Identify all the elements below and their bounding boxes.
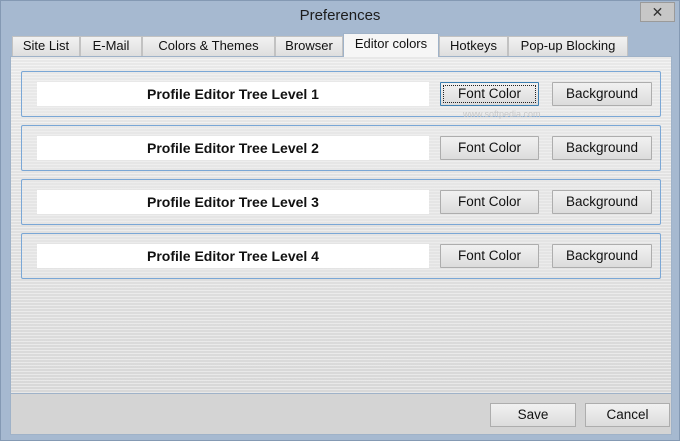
row-label: Profile Editor Tree Level 3 xyxy=(37,190,429,214)
tab-pop-up-blocking[interactable]: Pop-up Blocking xyxy=(508,36,628,56)
tab-site-list[interactable]: Site List xyxy=(12,36,80,56)
font-color-button[interactable]: Font Color xyxy=(440,136,539,160)
color-row-level-3: Profile Editor Tree Level 3 Font Color B… xyxy=(21,179,661,225)
close-button[interactable]: ✕ xyxy=(640,2,675,22)
font-color-button[interactable]: Font Color xyxy=(440,244,539,268)
tab-e-mail[interactable]: E-Mail xyxy=(80,36,142,56)
background-button[interactable]: Background xyxy=(552,190,652,214)
color-row-level-1: Profile Editor Tree Level 1 Font Color B… xyxy=(21,71,661,117)
background-button[interactable]: Background xyxy=(552,244,652,268)
row-label: Profile Editor Tree Level 4 xyxy=(37,244,429,268)
cancel-button[interactable]: Cancel xyxy=(585,403,670,427)
row-label: Profile Editor Tree Level 1 xyxy=(37,82,429,106)
tab-browser[interactable]: Browser xyxy=(275,36,343,56)
dialog-footer: Save Cancel xyxy=(10,394,672,435)
color-row-level-2: Profile Editor Tree Level 2 Font Color B… xyxy=(21,125,661,171)
tab-hotkeys[interactable]: Hotkeys xyxy=(439,36,508,56)
watermark: www.softpedia.com xyxy=(463,109,541,119)
tab-strip: Site List E-Mail Colors & Themes Browser… xyxy=(10,33,672,57)
tab-colors-themes[interactable]: Colors & Themes xyxy=(142,36,275,56)
title-bar[interactable]: Preferences ✕ xyxy=(1,1,679,31)
close-icon: ✕ xyxy=(651,4,664,20)
window-title: Preferences xyxy=(299,7,381,24)
background-button[interactable]: Background xyxy=(552,82,652,106)
save-button[interactable]: Save xyxy=(490,403,576,427)
background-button[interactable]: Background xyxy=(552,136,652,160)
font-color-button[interactable]: Font Color xyxy=(440,82,539,106)
font-color-button[interactable]: Font Color xyxy=(440,190,539,214)
row-label: Profile Editor Tree Level 2 xyxy=(37,136,429,160)
tab-editor-colors[interactable]: Editor colors xyxy=(343,33,439,57)
editor-colors-panel: Profile Editor Tree Level 1 Font Color B… xyxy=(10,56,672,394)
color-row-level-4: Profile Editor Tree Level 4 Font Color B… xyxy=(21,233,661,279)
preferences-window: Preferences ✕ Site List E-Mail Colors & … xyxy=(0,0,680,441)
